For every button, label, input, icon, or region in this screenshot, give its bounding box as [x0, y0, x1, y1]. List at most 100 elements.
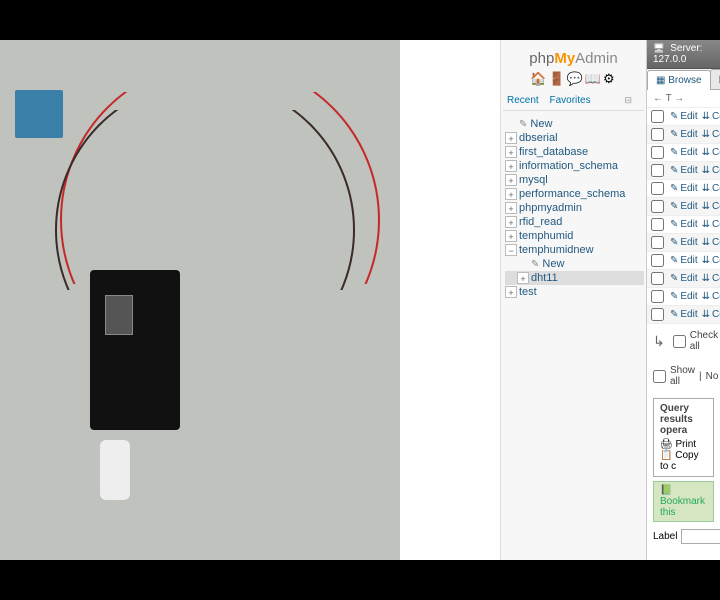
edit-button[interactable]: ✎Edit [670, 219, 698, 230]
pencil-icon: ✎ [670, 147, 678, 158]
tree-item-mysql[interactable]: +mysql [505, 173, 644, 187]
row-checkbox[interactable] [651, 308, 664, 321]
tree-item-performance-schema[interactable]: +performance_schema [505, 187, 644, 201]
query-results-legend: Query results opera [660, 403, 707, 436]
tree-item-dbserial[interactable]: +dbserial [505, 131, 644, 145]
copy-button[interactable]: ⇊Copy [702, 129, 720, 140]
row-checkbox[interactable] [651, 218, 664, 231]
tree-item-information-schema[interactable]: +information_schema [505, 159, 644, 173]
tree-toggle-icon[interactable]: + [505, 174, 517, 186]
copy-icon: ⇊ [702, 255, 710, 266]
tree-toggle-icon[interactable]: + [505, 230, 517, 242]
tree-toggle-icon[interactable]: + [505, 146, 517, 158]
main-panel: 🖥 Server: 127.0.0 ▦ Browse▤ St ← T → ✎Ed… [647, 40, 720, 560]
check-all-label: Check all [690, 330, 718, 352]
row-checkbox[interactable] [651, 254, 664, 267]
copy-button[interactable]: ⇊Copy [702, 183, 720, 194]
row-checkbox[interactable] [651, 164, 664, 177]
row-checkbox[interactable] [651, 128, 664, 141]
tree-item-label: mysql [519, 174, 548, 186]
tree-item-label: phpmyadmin [519, 202, 582, 214]
collapse-icon[interactable]: ⊟ [624, 95, 632, 106]
tree-item-new[interactable]: ✎New [505, 117, 644, 131]
bookmark-label-input[interactable] [681, 529, 720, 544]
logout-icon[interactable]: 🚪 [548, 71, 566, 86]
tree-toggle-icon[interactable]: + [505, 160, 517, 172]
print-button[interactable]: 🖨 Print [660, 439, 696, 450]
tree-toggle-icon[interactable]: + [505, 132, 517, 144]
nav-quick-icons[interactable]: 🏠🚪💬📖⚙ [503, 69, 644, 93]
row-checkbox[interactable] [651, 200, 664, 213]
edit-button[interactable]: ✎Edit [670, 111, 698, 122]
copy-icon: ⇊ [702, 165, 710, 176]
edit-button[interactable]: ✎Edit [670, 237, 698, 248]
tree-item-label: temphumidnew [519, 244, 594, 256]
table-row: ✎Edit ⇊Copy [647, 270, 720, 288]
tree-toggle-icon[interactable]: + [517, 272, 529, 284]
row-checkbox[interactable] [651, 236, 664, 249]
bookmark-bar[interactable]: 📗 Bookmark this [653, 481, 714, 522]
show-all-checkbox[interactable] [653, 370, 666, 383]
tree-item-label: information_schema [519, 160, 618, 172]
copy-to-clipboard-button[interactable]: 📋 Copy to c [660, 450, 699, 472]
tree-toggle-icon[interactable]: + [505, 202, 517, 214]
home-icon[interactable]: 🏠 [530, 71, 548, 86]
copy-button[interactable]: ⇊Copy [702, 255, 720, 266]
sql-icon[interactable]: 💬 [567, 71, 585, 86]
copy-button[interactable]: ⇊Copy [702, 219, 720, 230]
edit-button[interactable]: ✎Edit [670, 201, 698, 212]
edit-button[interactable]: ✎Edit [670, 255, 698, 266]
pencil-icon: ✎ [670, 273, 678, 284]
tab-browse[interactable]: ▦ Browse [647, 70, 711, 90]
tree-item-phpmyadmin[interactable]: +phpmyadmin [505, 201, 644, 215]
docs-icon[interactable]: 📖 [585, 71, 603, 86]
tree-item-temphumidnew[interactable]: −temphumidnew [505, 243, 644, 257]
copy-button[interactable]: ⇊Copy [702, 201, 720, 212]
rows-selector[interactable]: No [706, 371, 719, 382]
copy-icon: ⇊ [702, 273, 710, 284]
favorites-tab[interactable]: Favorites [549, 95, 590, 106]
settings-icon[interactable]: ⚙ [603, 71, 617, 86]
edit-button[interactable]: ✎Edit [670, 129, 698, 140]
tab-st[interactable]: ▤ St [710, 69, 720, 89]
edit-button[interactable]: ✎Edit [670, 147, 698, 158]
tree-item-label: dht11 [531, 272, 558, 284]
edit-button[interactable]: ✎Edit [670, 273, 698, 284]
copy-button[interactable]: ⇊Copy [702, 165, 720, 176]
copy-button[interactable]: ⇊Copy [702, 309, 720, 320]
copy-icon: ⇊ [702, 111, 710, 122]
edit-button[interactable]: ✎Edit [670, 291, 698, 302]
edit-button[interactable]: ✎Edit [670, 165, 698, 176]
row-checkbox[interactable] [651, 272, 664, 285]
copy-button[interactable]: ⇊Copy [702, 111, 720, 122]
row-checkbox[interactable] [651, 290, 664, 303]
copy-button[interactable]: ⇊Copy [702, 273, 720, 284]
copy-button[interactable]: ⇊Copy [702, 237, 720, 248]
tree-item-temphumid[interactable]: +temphumid [505, 229, 644, 243]
edit-button[interactable]: ✎Edit [670, 309, 698, 320]
copy-icon: ⇊ [702, 291, 710, 302]
nav-subtabs: Recent Favorites ⊟ [503, 93, 644, 108]
check-all-checkbox[interactable] [673, 335, 686, 348]
arrow-up-icon: ↳ [653, 333, 665, 350]
recent-tab[interactable]: Recent [507, 95, 539, 106]
copy-button[interactable]: ⇊Copy [702, 147, 720, 158]
row-checkbox[interactable] [651, 110, 664, 123]
row-checkbox[interactable] [651, 146, 664, 159]
tree-item-first-database[interactable]: +first_database [505, 145, 644, 159]
sort-toolbar[interactable]: ← T → [647, 90, 720, 108]
tree-item-new[interactable]: ✎New [505, 257, 644, 271]
row-checkbox[interactable] [651, 182, 664, 195]
tree-item-test[interactable]: +test [505, 285, 644, 299]
server-icon: 🖥 [653, 43, 664, 53]
tree-item-dht11[interactable]: +dht11 [505, 271, 644, 285]
edit-button[interactable]: ✎Edit [670, 183, 698, 194]
tree-item-label: New [542, 258, 564, 270]
tree-toggle-icon[interactable]: + [505, 286, 517, 298]
tree-toggle-icon[interactable]: + [505, 188, 517, 200]
pencil-icon: ✎ [670, 237, 678, 248]
tree-item-rfid-read[interactable]: +rfid_read [505, 215, 644, 229]
copy-button[interactable]: ⇊Copy [702, 291, 720, 302]
tree-toggle-icon[interactable]: + [505, 216, 517, 228]
tree-toggle-icon[interactable]: − [505, 244, 517, 256]
